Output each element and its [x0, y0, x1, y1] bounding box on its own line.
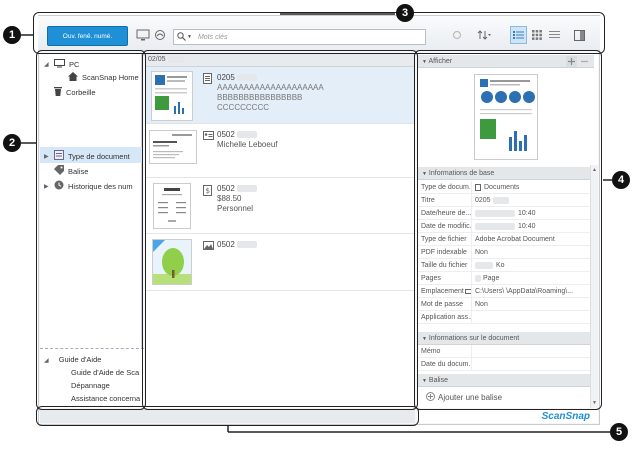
callout-5: 5 — [610, 423, 628, 441]
callout-4: 4 — [612, 171, 630, 189]
callout-2: 2 — [3, 134, 21, 152]
callout-3: 3 — [396, 4, 414, 22]
callout-connectors — [21, 13, 612, 433]
callout-1: 1 — [3, 26, 21, 44]
